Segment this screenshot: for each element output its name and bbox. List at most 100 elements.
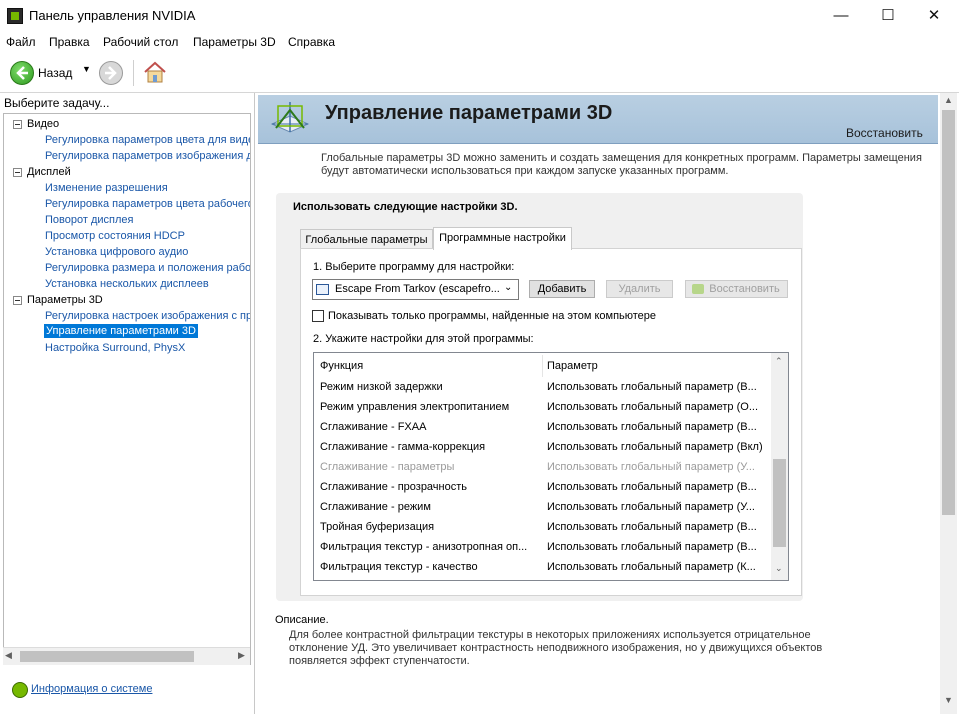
column-parameter[interactable]: Параметр <box>547 356 769 376</box>
chevron-down-icon: ⌄ <box>504 282 513 293</box>
tree-item-image-preview[interactable]: Регулировка настроек изображения с просм… <box>45 309 250 323</box>
menu-file[interactable]: Файл <box>6 35 36 49</box>
tab-global-settings[interactable]: Глобальные параметры <box>300 229 433 249</box>
tree-item-desktop-color[interactable]: Регулировка параметров цвета рабочего ст… <box>45 197 250 211</box>
scroll-left-icon[interactable]: ◀ <box>5 650 12 661</box>
tree-item-surround-physx[interactable]: Настройка Surround, PhysX <box>45 341 185 355</box>
table-row[interactable]: Режим низкой задержки Использовать глобал… <box>314 377 773 397</box>
parameter-cell[interactable]: Использовать глобальный параметр (В... <box>547 537 769 557</box>
3d-settings-icon <box>266 98 314 140</box>
close-button[interactable]: ✕ <box>911 0 957 31</box>
show-only-found-label[interactable]: Показывать только программы, найденные н… <box>328 310 656 322</box>
tree-group-3d[interactable]: Параметры 3D <box>27 293 103 307</box>
table-row[interactable]: Сглаживание - прозрачность Использовать г… <box>314 477 773 497</box>
back-history-dropdown-icon[interactable]: ▼ <box>82 64 91 74</box>
minimize-button[interactable]: — <box>818 0 864 31</box>
tree-item-rotate[interactable]: Поворот дисплея <box>45 213 133 227</box>
program-select[interactable]: Escape From Tarkov (escapefro... ⌄ <box>312 279 519 300</box>
back-arrow-icon[interactable] <box>10 61 34 85</box>
parameter-cell[interactable]: Использовать глобальный параметр (Вкл) <box>547 437 769 457</box>
tab-program-settings[interactable]: Программные настройки <box>433 227 572 250</box>
table-row[interactable]: Тройная буферизация Использовать глобальн… <box>314 517 773 537</box>
page-scroll-down-icon[interactable]: ▼ <box>944 695 953 705</box>
collapse-video-icon[interactable] <box>13 120 22 129</box>
function-cell: Сглаживание - FXAA <box>320 421 427 433</box>
menu-help[interactable]: Справка <box>288 35 335 49</box>
tree-item-manage-3d-selected[interactable]: Управление параметрами 3D <box>44 324 198 338</box>
parameter-cell[interactable]: Использовать глобальный параметр (У... <box>547 497 769 517</box>
scroll-down-icon[interactable]: ⌄ <box>775 563 783 574</box>
parameter-cell[interactable]: Использовать глобальный параметр (О... <box>547 397 769 417</box>
collapse-3d-icon[interactable] <box>13 296 22 305</box>
toolbar-separator <box>133 60 134 86</box>
parameter-cell[interactable]: Использовать глобальный параметр (К... <box>547 557 769 577</box>
task-tree: Видео Регулировка параметров цвета для в… <box>3 113 251 665</box>
table-row[interactable]: Сглаживание - гамма-коррекция Использоват… <box>314 437 773 457</box>
menu-edit[interactable]: Правка <box>49 35 90 49</box>
tree-horizontal-scrollbar[interactable]: ◀ ▶ <box>3 647 250 665</box>
window-title: Панель управления NVIDIA <box>29 8 196 23</box>
tree-item-hdcp[interactable]: Просмотр состояния HDCP <box>45 229 185 243</box>
collapse-display-icon[interactable] <box>13 168 22 177</box>
list-header: Функция Параметр <box>314 355 773 377</box>
restore-program-label: Восстановить <box>709 283 780 295</box>
menu-3d-settings[interactable]: Параметры 3D <box>193 35 276 49</box>
restore-program-button[interactable]: Восстановить <box>685 280 788 298</box>
table-row[interactable]: Сглаживание - режим Использовать глобальн… <box>314 497 773 517</box>
table-row[interactable]: Режим управления электропитанием Использо… <box>314 397 773 417</box>
page-title: Управление параметрами 3D <box>325 102 613 124</box>
tree-item-resolution[interactable]: Изменение разрешения <box>45 181 168 195</box>
tree-item-desktop-size[interactable]: Регулировка размера и положения рабочего… <box>45 261 250 275</box>
tree-item-video-color[interactable]: Регулировка параметров цвета для видео <box>45 133 250 147</box>
table-row[interactable]: Фильтрация текстур - анизотропная оп... И… <box>314 537 773 557</box>
add-program-button[interactable]: Добавить <box>529 280 595 298</box>
table-row[interactable]: Фильтрация текстур - качество Использоват… <box>314 557 773 577</box>
tree-group-display[interactable]: Дисплей <box>27 165 71 179</box>
scroll-thumb[interactable] <box>20 651 194 662</box>
list-scroll-thumb[interactable] <box>773 459 786 547</box>
tree-item-multi-display[interactable]: Установка нескольких дисплеев <box>45 277 209 291</box>
tree-item-video-image[interactable]: Регулировка параметров изображения для в… <box>45 149 250 163</box>
forward-arrow-icon[interactable] <box>99 61 123 85</box>
parameter-cell[interactable]: Использовать глобальный параметр (В... <box>547 517 769 537</box>
system-info-link[interactable]: Информация о системе <box>31 683 152 695</box>
step1-label: 1. Выберите программу для настройки: <box>313 261 515 273</box>
nvidia-app-icon <box>7 8 23 24</box>
function-cell: Фильтрация текстур - качество <box>320 561 478 573</box>
remove-program-button[interactable]: Удалить <box>606 280 673 298</box>
function-cell: Тройная буферизация <box>320 521 435 533</box>
scroll-right-icon[interactable]: ▶ <box>238 650 245 661</box>
show-only-found-checkbox[interactable] <box>312 310 324 322</box>
parameter-cell[interactable]: Использовать глобальный параметр (У... <box>547 457 769 477</box>
maximize-button[interactable]: ☐ <box>865 0 911 31</box>
home-icon[interactable] <box>143 60 167 84</box>
menu-desktop[interactable]: Рабочий стол <box>103 35 178 49</box>
nvidia-logo-icon <box>692 284 704 294</box>
list-vertical-scrollbar[interactable]: ⌃ ⌄ <box>771 353 788 580</box>
function-cell: Режим низкой задержки <box>320 381 443 393</box>
page-scroll-thumb[interactable] <box>942 110 955 515</box>
parameter-cell[interactable]: Использовать глобальный параметр (В... <box>547 377 769 397</box>
function-cell: Сглаживание - прозрачность <box>320 481 468 493</box>
page-scroll-up-icon[interactable]: ▲ <box>944 95 953 105</box>
table-row[interactable]: Сглаживание - параметры Использовать глоб… <box>314 457 773 477</box>
description-label: Описание. <box>275 614 329 626</box>
back-label[interactable]: Назад <box>38 66 72 80</box>
tree-item-audio[interactable]: Установка цифрового аудио <box>45 245 188 259</box>
function-cell: Сглаживание - гамма-коррекция <box>320 441 486 453</box>
function-cell: Сглаживание - режим <box>320 501 431 513</box>
step2-label: 2. Укажите настройки для этой программы: <box>313 333 534 345</box>
description-text: Для более контрастной фильтрации текстур… <box>289 629 823 667</box>
intro-text: Глобальные параметры 3D можно заменить и… <box>321 152 922 177</box>
column-function[interactable]: Функция <box>320 356 540 376</box>
parameter-cell[interactable]: Использовать глобальный параметр (В... <box>547 417 769 437</box>
table-row[interactable]: Сглаживание - FXAA Использовать глобальны… <box>314 417 773 437</box>
function-cell: Фильтрация текстур - анизотропная оп... <box>320 541 528 553</box>
scroll-up-icon[interactable]: ⌃ <box>775 356 783 367</box>
tree-group-video[interactable]: Видео <box>27 117 59 131</box>
restore-defaults-link[interactable]: Восстановить <box>846 126 923 140</box>
page-vertical-scrollbar[interactable]: ▲ ▼ <box>940 93 957 714</box>
parameter-cell[interactable]: Использовать глобальный параметр (В... <box>547 477 769 497</box>
function-cell: Режим управления электропитанием <box>320 401 510 413</box>
function-cell: Сглаживание - параметры <box>320 461 455 473</box>
